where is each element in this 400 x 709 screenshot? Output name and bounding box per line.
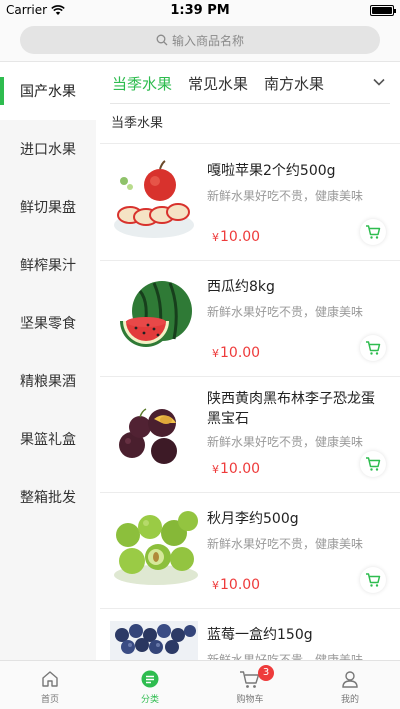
apple-image — [110, 157, 198, 245]
product-name: 秋月李约500g — [207, 511, 299, 527]
search-input[interactable]: 输入商品名称 — [20, 26, 380, 54]
cart-icon — [366, 225, 381, 239]
plum-image — [110, 389, 198, 477]
sidebar-item-label: 鲜切果盘 — [20, 200, 76, 216]
sidebar-item-label: 国产水果 — [20, 84, 76, 100]
cart-icon — [366, 573, 381, 587]
add-to-cart-button[interactable] — [360, 219, 386, 245]
sidebar-item-label: 整箱批发 — [20, 490, 76, 506]
add-to-cart-button[interactable] — [360, 567, 386, 593]
search-icon — [156, 34, 168, 46]
product-item[interactable]: 蓝莓一盒约150g 新鲜水果好吃不贵，健康美味 — [100, 609, 400, 660]
product-desc: 新鲜水果好吃不贵，健康美味 — [207, 537, 364, 551]
watermelon-image — [110, 273, 198, 361]
sidebar-item-nuts-snacks[interactable]: 坚果零食 — [0, 294, 96, 352]
product-name: 嘎啦苹果2个约500g — [207, 163, 336, 179]
tab-cart-label: 购物车 — [236, 695, 264, 705]
currency-symbol: ¥ — [212, 579, 219, 592]
product-desc: 新鲜水果好吃不贵，健康美味 — [207, 189, 364, 203]
tab-mine-label: 我的 — [340, 695, 359, 705]
sidebar-item-label: 进口水果 — [20, 142, 76, 158]
sidebar-item-fruit-platter[interactable]: 鲜切果盘 — [0, 178, 96, 236]
product-price: ¥10.00 — [212, 577, 260, 593]
product-price: ¥10.00 — [212, 461, 260, 477]
tab-home[interactable]: 首页 — [0, 661, 100, 709]
product-item[interactable]: 秋月李约500g 新鲜水果好吃不贵，健康美味 ¥10.00 — [100, 493, 400, 609]
product-desc: 新鲜水果好吃不贵，健康美味 — [207, 653, 364, 660]
price-value: 10.00 — [220, 461, 261, 477]
sidebar-item-gift-basket[interactable]: 果篮礼盒 — [0, 410, 96, 468]
tab-southern-fruit[interactable]: 南方水果 — [264, 73, 324, 94]
tab-category-label: 分类 — [140, 695, 159, 705]
add-to-cart-button[interactable] — [360, 451, 386, 477]
blueberry-image — [110, 621, 198, 660]
tab-divider — [110, 103, 390, 104]
sidebar-item-label: 坚果零食 — [20, 316, 76, 332]
search-header: 输入商品名称 — [0, 22, 400, 62]
tab-home-label: 首页 — [40, 695, 59, 705]
green-plum-image — [110, 505, 198, 593]
sidebar-item-imported-fruit[interactable]: 进口水果 — [0, 120, 96, 178]
product-list: 嘎啦苹果2个约500g 新鲜水果好吃不贵，健康美味 ¥10.00 西瓜约8kg … — [100, 145, 400, 660]
price-value: 10.00 — [220, 577, 261, 593]
tab-category[interactable]: 分类 — [100, 661, 200, 709]
chevron-down-icon[interactable] — [372, 75, 386, 89]
product-name: 蓝莓一盒约150g — [207, 627, 313, 643]
category-icon — [141, 670, 159, 688]
sidebar-item-label: 鲜榨果汁 — [20, 258, 76, 274]
currency-symbol: ¥ — [212, 463, 219, 476]
user-icon — [342, 671, 358, 688]
tab-seasonal-fruit[interactable]: 当季水果 — [112, 73, 172, 94]
product-item[interactable]: 陕西黄肉黑布林李子恐龙蛋黑宝石 新鲜水果好吃不贵，健康美味 ¥10.00 — [100, 377, 400, 493]
sidebar-item-wholesale[interactable]: 整箱批发 — [0, 468, 96, 526]
status-bar: Carrier 1:39 PM — [0, 0, 400, 22]
sidebar-item-grain-wine[interactable]: 精粮果酒 — [0, 352, 96, 410]
product-name: 陕西黄肉黑布林李子恐龙蛋黑宝石 — [207, 391, 375, 427]
sidebar-item-label: 果篮礼盒 — [20, 432, 76, 448]
subcategory-tabs: 当季水果 常见水果 南方水果 — [96, 62, 400, 104]
product-price: ¥10.00 — [212, 229, 260, 245]
product-name: 西瓜约8kg — [207, 279, 275, 295]
add-to-cart-button[interactable] — [360, 335, 386, 361]
currency-symbol: ¥ — [212, 231, 219, 244]
sidebar-item-domestic-fruit[interactable]: 国产水果 — [0, 62, 96, 120]
product-item[interactable]: 嘎啦苹果2个约500g 新鲜水果好吃不贵，健康美味 ¥10.00 — [100, 145, 400, 261]
currency-symbol: ¥ — [212, 347, 219, 360]
sidebar-item-label: 精粮果酒 — [20, 374, 76, 390]
product-desc: 新鲜水果好吃不贵，健康美味 — [207, 305, 364, 319]
price-value: 10.00 — [220, 229, 261, 245]
product-desc: 新鲜水果好吃不贵，健康美味 — [207, 435, 364, 449]
product-price: ¥10.00 — [212, 345, 260, 361]
cart-count-badge: 3 — [258, 665, 274, 681]
tab-mine[interactable]: 我的 — [300, 661, 400, 709]
category-sidebar: 国产水果 进口水果 鲜切果盘 鲜榨果汁 坚果零食 精粮果酒 果篮礼盒 整箱批发 — [0, 62, 96, 660]
search-placeholder: 输入商品名称 — [171, 33, 244, 48]
home-icon — [42, 671, 58, 687]
bottom-tab-bar: 首页 分类 购物车 3 我的 — [0, 660, 400, 709]
section-divider — [100, 143, 400, 144]
status-time: 1:39 PM — [170, 3, 230, 18]
battery-icon — [370, 5, 396, 16]
price-value: 10.00 — [220, 345, 261, 361]
cart-icon — [366, 341, 381, 355]
section-title: 当季水果 — [111, 116, 164, 131]
product-item[interactable]: 西瓜约8kg 新鲜水果好吃不贵，健康美味 ¥10.00 — [100, 261, 400, 377]
tab-cart[interactable]: 购物车 3 — [200, 661, 300, 709]
tab-common-fruit[interactable]: 常见水果 — [188, 73, 248, 94]
cart-icon — [366, 457, 381, 471]
sidebar-item-fresh-juice[interactable]: 鲜榨果汁 — [0, 236, 96, 294]
